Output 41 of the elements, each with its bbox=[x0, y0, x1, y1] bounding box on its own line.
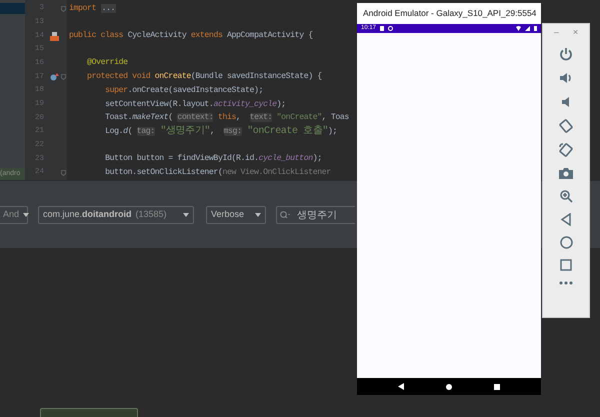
override-icon bbox=[50, 73, 58, 82]
rotate-left-icon[interactable] bbox=[559, 119, 573, 133]
code-line: super.onCreate(savedInstanceState); bbox=[104, 84, 264, 97]
level-label: Verbose bbox=[211, 208, 244, 222]
code-line: protected void onCreate(Bundle savedInstanceState) { bbox=[86, 71, 322, 84]
level-dropdown[interactable]: Verbose bbox=[206, 206, 266, 224]
code-line: public class CycleActivity extends AppCompatActivity { bbox=[69, 30, 313, 42]
code-line: button.setOnClickListener(new View.OnClickListener bbox=[104, 166, 331, 179]
class-icon bbox=[50, 32, 58, 41]
device-label: And bbox=[3, 208, 20, 222]
zoom-icon[interactable] bbox=[559, 189, 573, 203]
code-line: setContentView(R.layout.activity_cycle); bbox=[104, 98, 286, 110]
close-button[interactable]: × bbox=[572, 26, 578, 40]
caret-icon bbox=[255, 213, 261, 217]
rotate-right-icon[interactable] bbox=[559, 143, 573, 157]
minimize-button[interactable]: – bbox=[554, 26, 559, 40]
battery-icon bbox=[534, 26, 537, 31]
code-line: @Override bbox=[86, 57, 128, 70]
code-line: Toast.makeText( context: this, text: "onCreate", Toas bbox=[104, 112, 349, 124]
device-dropdown[interactable]: And bbox=[0, 206, 28, 224]
home-icon[interactable] bbox=[446, 384, 452, 390]
search-field[interactable]: 생명주기 bbox=[276, 206, 355, 224]
notification-icon bbox=[380, 26, 384, 31]
volume-up-icon[interactable] bbox=[559, 71, 573, 85]
caret-icon bbox=[23, 213, 30, 217]
window-title: Android Emulator - Galaxy_S10_API_29:5554 bbox=[362, 7, 538, 20]
process-dropdown[interactable]: com.june.doitandroid (13585) bbox=[38, 206, 194, 224]
caret-icon bbox=[183, 213, 189, 217]
power-icon[interactable] bbox=[559, 47, 573, 61]
search-icon bbox=[280, 211, 290, 219]
process-id: (13585) bbox=[136, 208, 167, 222]
wifi-icon bbox=[516, 26, 521, 31]
code-line: import ... bbox=[69, 2, 116, 15]
code-line: Button button = findViewById(R.id.cycle_button); bbox=[104, 153, 322, 166]
code-line: Log.d( tag: "생명주기", msg: "onCreate 호출"); bbox=[104, 126, 338, 138]
overview-icon[interactable] bbox=[494, 384, 500, 390]
back-icon[interactable] bbox=[398, 383, 404, 390]
camera-icon[interactable] bbox=[559, 167, 573, 179]
more-icon[interactable] bbox=[559, 281, 573, 285]
process-name: com.june.doitandroid bbox=[43, 208, 132, 222]
signal-icon bbox=[525, 26, 530, 31]
